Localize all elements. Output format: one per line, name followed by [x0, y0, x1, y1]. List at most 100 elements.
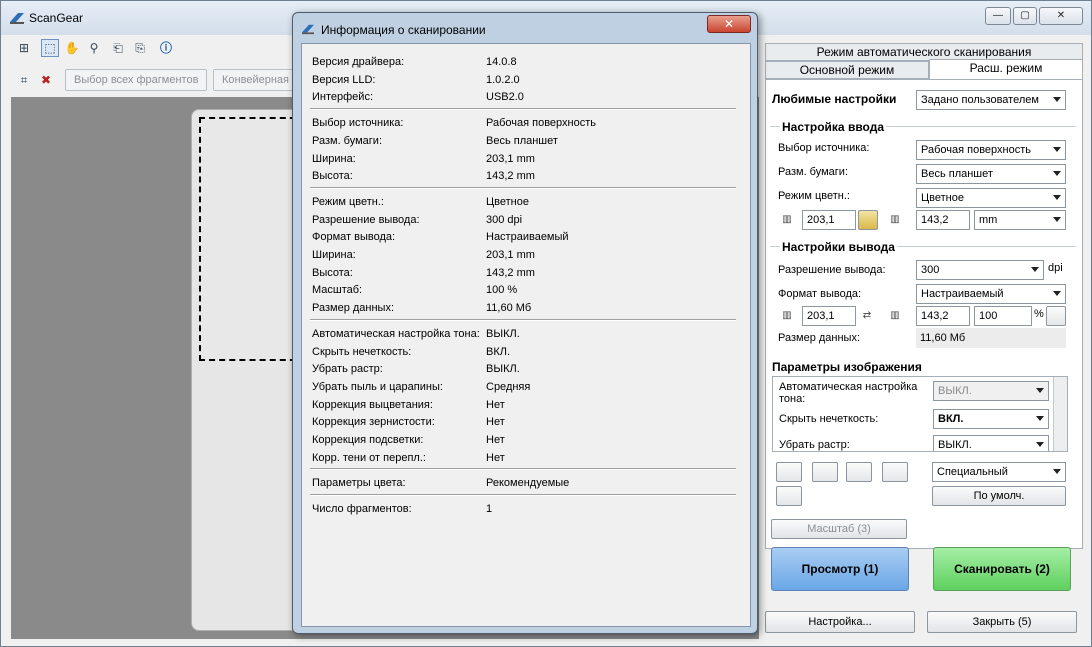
chevron-down-icon: [1053, 217, 1061, 222]
info-row: Формат вывода: Настраиваемый: [312, 231, 732, 247]
scan-info-dialog: Информация о сканировании ✕ Версия драйв…: [292, 12, 758, 634]
delete-crop-icon[interactable]: ✖: [37, 71, 55, 89]
tone-curve-icon[interactable]: [882, 462, 908, 482]
info-key: Формат вывода:: [312, 231, 396, 244]
descreen-select[interactable]: ВЫКЛ.: [933, 435, 1049, 451]
source-select[interactable]: Рабочая поверхность: [916, 140, 1066, 160]
maximize-button[interactable]: ▢: [1013, 7, 1037, 25]
info-row: Высота: 143,2 mm: [312, 267, 732, 283]
crop-select-icon[interactable]: ⬚: [41, 39, 59, 57]
output-resolution-select[interactable]: 300: [916, 260, 1044, 280]
paper-size-select[interactable]: Весь планшет: [916, 164, 1066, 184]
scan-button[interactable]: Сканировать (2): [933, 547, 1071, 591]
unit-select[interactable]: mm: [974, 210, 1066, 230]
output-settings-heading: Настройки вывода: [780, 240, 897, 254]
output-format-select[interactable]: Настраиваемый: [916, 284, 1066, 304]
width-icon: ▥: [782, 310, 792, 321]
info-key: Убрать пыль и царапины:: [312, 380, 443, 393]
info-value: Рабочая поверхность: [486, 117, 596, 130]
info-key: Размер данных:: [312, 302, 395, 315]
info-key: Автоматическая настройка тона:: [312, 327, 480, 340]
settings-button[interactable]: Настройка...: [765, 611, 915, 633]
chevron-down-icon: [1053, 291, 1061, 296]
info-row: Число фрагментов: 1: [312, 503, 732, 519]
histogram-icon[interactable]: [846, 462, 872, 482]
chevron-down-icon: [1053, 97, 1061, 102]
auto-crop-icon[interactable]: ⊞: [15, 39, 33, 57]
info-key: Ширина:: [312, 152, 356, 165]
scanner-app-icon: [302, 24, 314, 35]
window-close-button[interactable]: ✕: [1039, 7, 1083, 25]
image-settings-list: Автоматическая настройка тона: ВЫКЛ. Скр…: [772, 376, 1068, 452]
info-value: 203,1 mm: [486, 249, 535, 261]
chevron-down-icon: [1031, 267, 1039, 272]
section-separator: [310, 494, 736, 497]
info-key: Высота:: [312, 266, 353, 279]
info-row: Версия LLD: 1.0.2.0: [312, 74, 732, 90]
preview-button[interactable]: Просмотр (1): [771, 547, 909, 591]
zoom-button[interactable]: Масштаб (3): [771, 519, 907, 539]
info-value: Цветное: [486, 195, 529, 208]
info-row: Убрать растр: ВЫКЛ.: [312, 363, 732, 379]
brightness-icon[interactable]: [776, 462, 802, 482]
tab-advanced-mode[interactable]: Расш. режим: [929, 59, 1083, 81]
minimize-button[interactable]: —: [985, 7, 1011, 25]
info-value: Нет: [486, 398, 505, 411]
lock-aspect-icon[interactable]: [858, 210, 878, 230]
info-icon[interactable]: ⓘ: [157, 39, 175, 57]
info-key: Скрыть нечеткость:: [312, 345, 412, 358]
output-format-label: Формат вывода:: [778, 288, 862, 300]
unsharp-select[interactable]: ВКЛ.: [933, 409, 1049, 429]
info-row: Масштаб: 100 %: [312, 284, 732, 300]
scanner-app-icon: [10, 13, 24, 24]
rotate-right-icon[interactable]: ⎘: [131, 39, 149, 57]
swap-dimensions-icon[interactable]: ⇄: [860, 310, 874, 322]
close-button[interactable]: Закрыть (5): [927, 611, 1077, 633]
info-row: Версия драйвера: 14.0.8: [312, 56, 732, 72]
select-all-fragments-button[interactable]: Выбор всех фрагментов: [65, 69, 207, 91]
conveyor-button[interactable]: Конвейерная: [213, 69, 303, 91]
output-height-field[interactable]: 143,2: [916, 306, 970, 326]
info-row: Разм. бумаги: Весь планшет: [312, 135, 732, 151]
info-key: Число фрагментов:: [312, 503, 412, 516]
info-key: Коррекция подсветки:: [312, 434, 424, 446]
width-icon: ▥: [782, 214, 792, 225]
favorites-select[interactable]: Задано пользователем: [916, 90, 1066, 110]
output-width-field[interactable]: 203,1: [802, 306, 856, 326]
chevron-down-icon: [1036, 442, 1044, 447]
threshold-icon[interactable]: [776, 486, 802, 506]
input-width-field[interactable]: 203,1: [802, 210, 856, 230]
info-row: Ширина: 203,1 mm: [312, 249, 732, 265]
dialog-close-button[interactable]: ✕: [707, 15, 751, 33]
info-key: Версия LLD:: [312, 73, 376, 86]
grid-icon[interactable]: [1046, 306, 1066, 326]
info-value: 1: [486, 503, 493, 516]
input-height-field[interactable]: 143,2: [916, 210, 970, 230]
color-mode-select[interactable]: Цветное: [916, 188, 1066, 208]
info-key: Выбор источника:: [312, 117, 404, 130]
settings-panel: Режим автоматического сканирования Основ…: [765, 43, 1083, 641]
tab-basic-mode[interactable]: Основной режим: [765, 61, 929, 79]
scale-field[interactable]: 100: [974, 306, 1032, 326]
info-value: Рекомендуемые: [486, 477, 570, 490]
rotate-left-icon[interactable]: ⎗: [109, 39, 127, 57]
section-separator: [310, 186, 736, 189]
info-key: Интерфейс:: [312, 91, 373, 104]
move-hand-icon[interactable]: ✋: [63, 39, 81, 57]
info-key: Ширина:: [312, 249, 356, 261]
info-row: Коррекция подсветки: Нет: [312, 434, 732, 450]
zoom-magnifier-icon[interactable]: ⚲: [85, 39, 103, 57]
output-resolution-label: Разрешение вывода:: [778, 264, 886, 276]
app-title: ScanGear: [29, 11, 84, 25]
crop-frame-icon[interactable]: ⌗: [15, 71, 33, 89]
info-row: Интерфейс: USB2.0: [312, 91, 732, 107]
info-key: Коррекция зернистости:: [312, 416, 435, 429]
image-settings-scrollbar[interactable]: [1053, 377, 1067, 451]
image-settings-heading: Параметры изображения: [772, 360, 922, 374]
preset-select[interactable]: Специальный: [932, 462, 1066, 482]
defaults-button[interactable]: По умолч.: [932, 486, 1066, 506]
favorites-label: Любимые настройки: [772, 92, 897, 106]
auto-tone-select[interactable]: ВЫКЛ.: [933, 381, 1049, 401]
contrast-icon[interactable]: [812, 462, 838, 482]
info-value: Средняя: [486, 380, 531, 393]
